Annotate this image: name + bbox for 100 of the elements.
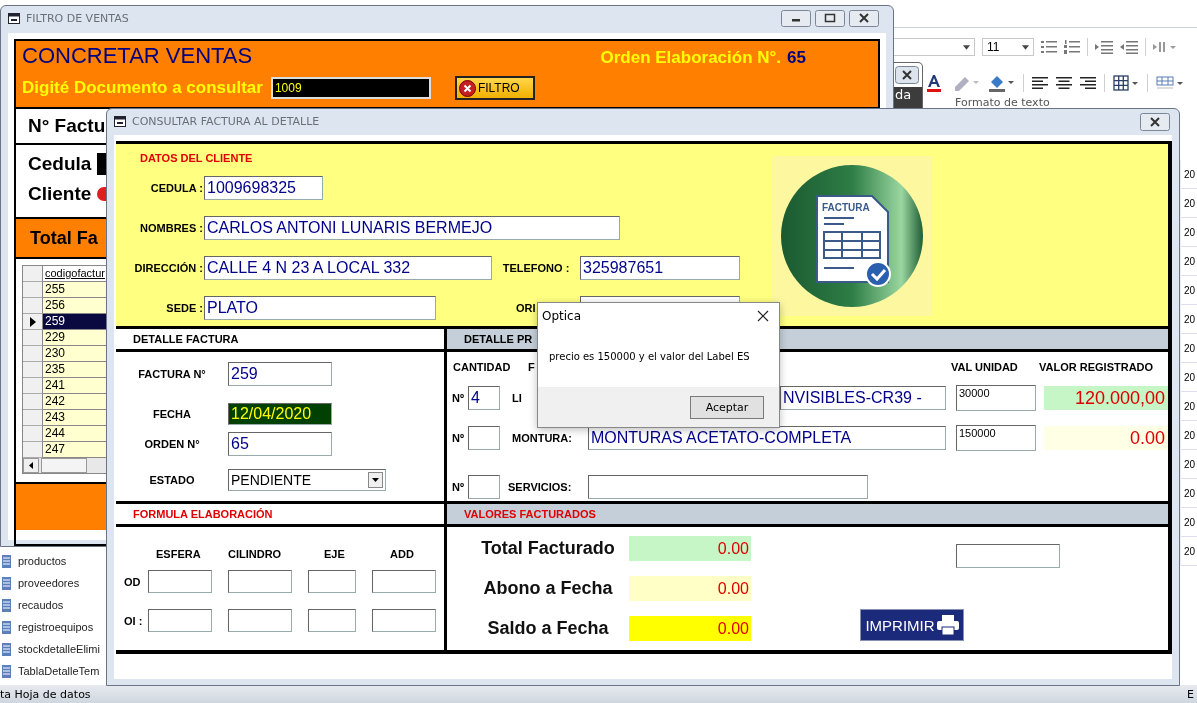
nav-item[interactable]: productos bbox=[0, 550, 106, 572]
scrollbar[interactable] bbox=[23, 458, 107, 473]
print-button[interactable]: IMPRIMIR bbox=[860, 609, 964, 641]
font-size-dropdown[interactable]: 11 bbox=[982, 38, 1034, 56]
id-label: Cedula bbox=[28, 153, 92, 175]
group-label: Formato de texto bbox=[955, 96, 1050, 109]
table-cell[interactable]: 247 bbox=[43, 442, 107, 458]
table-cell[interactable]: 235 bbox=[43, 362, 107, 378]
cylinder-field[interactable] bbox=[228, 609, 292, 632]
table-cell[interactable]: 243 bbox=[43, 410, 107, 426]
nav-item[interactable]: registroequipos bbox=[0, 616, 106, 638]
order-field[interactable]: 65 bbox=[228, 432, 332, 456]
fill-color-icon[interactable] bbox=[987, 74, 1015, 92]
close-icon[interactable] bbox=[849, 10, 879, 27]
table-cell[interactable]: 256 bbox=[43, 298, 107, 314]
section-heading: DETALLE FACTURA bbox=[133, 333, 239, 345]
name-field[interactable]: CARLOS ANTONI LUNARIS BERMEJO bbox=[204, 216, 620, 240]
unit-price-field[interactable]: 30000 bbox=[956, 385, 1036, 411]
section-heading: VALORES FACTURADOS bbox=[464, 508, 596, 520]
cylinder-field[interactable] bbox=[228, 570, 292, 593]
align-right-icon[interactable] bbox=[1080, 77, 1096, 89]
outdent-icon[interactable] bbox=[1120, 40, 1138, 54]
tab-label: da bbox=[893, 87, 922, 109]
column-label: F bbox=[528, 361, 536, 373]
gridlines-icon[interactable] bbox=[1113, 75, 1139, 91]
quantity-field[interactable] bbox=[468, 474, 500, 499]
close-icon[interactable] bbox=[757, 310, 769, 322]
scroll-left-icon[interactable] bbox=[23, 458, 39, 473]
quantity-field[interactable]: 4 bbox=[468, 386, 500, 410]
status-dropdown[interactable]: PENDIENTE bbox=[228, 469, 386, 491]
sphere-field[interactable] bbox=[148, 609, 212, 632]
column-header[interactable]: codigofactur bbox=[43, 266, 107, 282]
table-cell[interactable]: 230 bbox=[43, 346, 107, 362]
table-cell[interactable]: 244 bbox=[43, 426, 107, 442]
table-cell[interactable]: 242 bbox=[43, 394, 107, 410]
field-label: TELEFONO : bbox=[501, 262, 571, 274]
field-label: SERVICIOS: bbox=[507, 480, 573, 493]
number-label: Nº bbox=[452, 480, 465, 493]
bullet-list-icon[interactable] bbox=[1041, 40, 1057, 54]
description-field[interactable] bbox=[588, 474, 868, 499]
font-name-dropdown[interactable] bbox=[893, 38, 975, 56]
invoice-logo-drawing: FACTURA bbox=[772, 156, 932, 316]
total-value: 0.00 bbox=[1044, 426, 1168, 450]
align-center-icon[interactable] bbox=[1056, 77, 1072, 89]
align-left-icon[interactable] bbox=[1032, 77, 1048, 89]
field-label: ESTADO bbox=[148, 474, 196, 486]
field-label: MONTURA: bbox=[511, 432, 573, 444]
description-field[interactable]: MONTURAS ACETATO-COMPLETA bbox=[588, 426, 946, 450]
unit-price-field[interactable]: 150000 bbox=[956, 425, 1036, 451]
close-icon[interactable] bbox=[1140, 112, 1170, 131]
id-field[interactable]: 1009698325 bbox=[204, 176, 323, 200]
description-field[interactable]: NVISIBLES-CR39 - bbox=[780, 386, 946, 410]
branch-field[interactable]: PLATO bbox=[204, 296, 436, 320]
paragraph-direction-icon[interactable] bbox=[1153, 41, 1177, 53]
nav-item[interactable]: recaudos bbox=[0, 594, 106, 616]
cancel-icon bbox=[458, 79, 476, 97]
close-icon[interactable] bbox=[895, 66, 919, 84]
order-number: 65 bbox=[787, 48, 806, 68]
table-cell[interactable]: 259 bbox=[43, 314, 107, 330]
document-field[interactable]: 1009 bbox=[270, 77, 431, 99]
add-field[interactable] bbox=[372, 609, 436, 632]
row-selector[interactable] bbox=[23, 314, 43, 330]
order-label: Orden Elaboración N°. bbox=[600, 48, 782, 68]
field-label: ORDEN N° bbox=[143, 438, 201, 450]
eye-label: OD bbox=[124, 575, 140, 588]
filter-button[interactable]: FILTRO bbox=[454, 76, 535, 100]
table-cell[interactable]: 255 bbox=[43, 282, 107, 298]
total-value: 0.00 bbox=[629, 536, 751, 561]
nav-item[interactable]: stockdetalleElimi bbox=[0, 638, 106, 660]
maximize-icon[interactable] bbox=[815, 10, 845, 27]
invoice-number-field[interactable]: 259 bbox=[228, 362, 332, 386]
nav-item[interactable]: proveedores bbox=[0, 572, 106, 594]
column-label: VAL UNIDAD bbox=[951, 361, 1019, 373]
field-label: FECHA bbox=[152, 408, 192, 420]
window-title: CONSULTAR FACTURA AL DETALLE bbox=[132, 115, 320, 128]
numbered-list-icon[interactable] bbox=[1064, 40, 1080, 54]
date-field[interactable]: 12/04/2020 bbox=[228, 403, 332, 425]
axis-field[interactable] bbox=[308, 570, 356, 593]
axis-field[interactable] bbox=[308, 609, 356, 632]
minimize-icon[interactable] bbox=[781, 10, 811, 27]
table-cell[interactable]: 229 bbox=[43, 330, 107, 346]
quantity-field[interactable] bbox=[468, 426, 500, 450]
form-icon bbox=[8, 13, 20, 24]
address-field[interactable]: CALLE 4 N 23 A LOCAL 332 bbox=[204, 256, 492, 280]
client-label: Cliente bbox=[28, 183, 92, 205]
nav-item[interactable]: TablaDetalleTem bbox=[0, 660, 106, 682]
total-label: Total Fa bbox=[30, 227, 98, 249]
sphere-field[interactable] bbox=[148, 570, 212, 593]
caret-icon bbox=[963, 44, 970, 50]
ok-button[interactable]: Aceptar bbox=[690, 395, 764, 419]
section-heading: DATOS DEL CLIENTE bbox=[139, 151, 254, 166]
input-field[interactable] bbox=[956, 544, 1060, 568]
column-label: ESFERA bbox=[156, 548, 202, 560]
table-format-icon[interactable] bbox=[1156, 76, 1184, 90]
phone-field[interactable]: 325987651 bbox=[580, 256, 740, 280]
column-label: ADD bbox=[390, 548, 414, 560]
indent-icon[interactable] bbox=[1095, 40, 1113, 54]
total-label: Saldo a Fecha bbox=[486, 618, 610, 639]
table-cell[interactable]: 241 bbox=[43, 378, 107, 394]
add-field[interactable] bbox=[372, 570, 436, 593]
